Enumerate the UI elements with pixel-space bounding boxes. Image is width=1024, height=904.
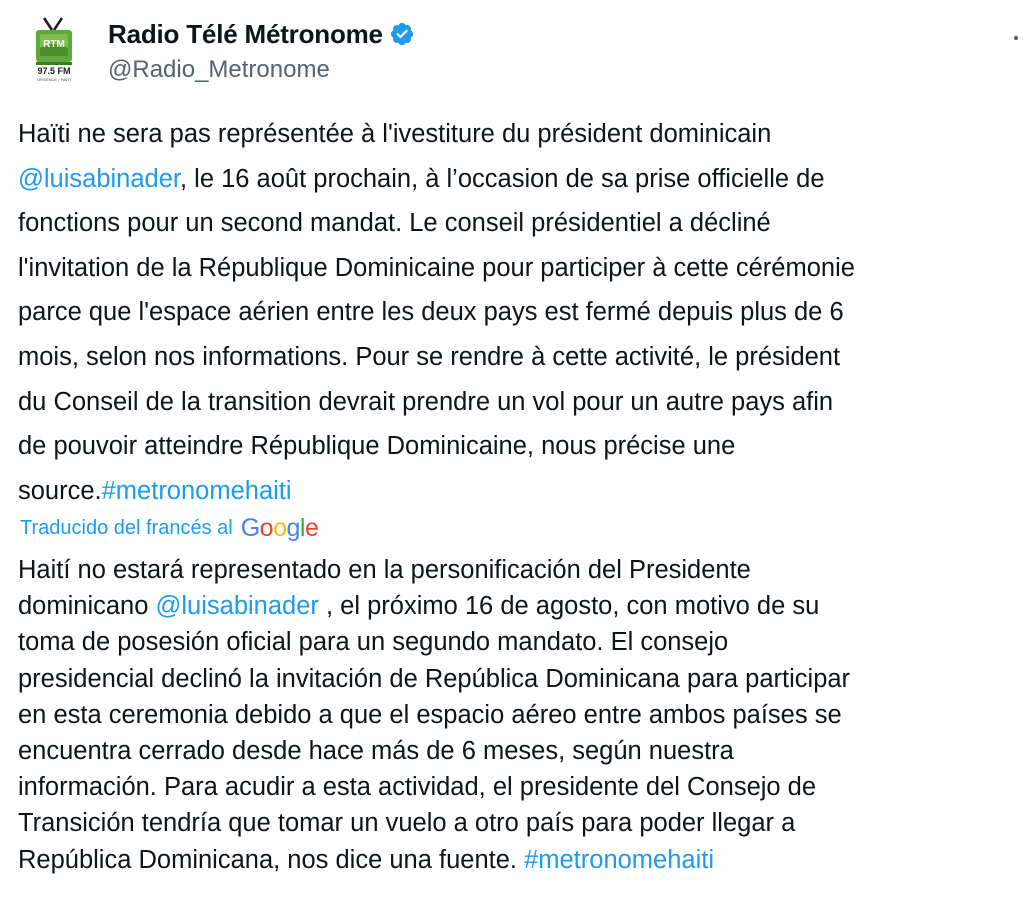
text-segment: fonctions pour un second mandat. Le cons… — [18, 209, 771, 238]
google-logo: Google — [240, 514, 319, 542]
text-line: parce que l'espace aérien entre les deux… — [18, 290, 1024, 335]
text-segment: mois, selon nos informations. Pour se re… — [18, 342, 841, 371]
text-segment: información. Para acudir a esta activida… — [18, 773, 817, 802]
display-name[interactable]: Radio Télé Métronome — [108, 19, 383, 50]
verified-badge-icon — [390, 22, 413, 46]
text-line: República Dominicana, nos dice una fuent… — [18, 842, 1024, 878]
text-line: mois, selon nos informations. Pour se re… — [18, 335, 1024, 380]
tweet-card: RTM 97.5 FM URGENCE • HAITI Radio Télé M… — [0, 0, 1024, 904]
text-line: en esta ceremonia debido a que el espaci… — [18, 697, 1024, 733]
user-handle[interactable]: @Radio_Metronome — [108, 56, 415, 84]
text-segment: , le 16 août prochain, à l’occasion de s… — [180, 164, 825, 193]
svg-text:RTM: RTM — [43, 39, 65, 50]
text-line: l'invitation de la République Dominicain… — [18, 246, 1024, 291]
text-line: Haïti ne sera pas représentée à l'ivesti… — [18, 112, 1024, 157]
translated-text: Haití no estará representado en la perso… — [18, 552, 1024, 878]
text-segment: presidencial declinó la invitación de Re… — [18, 664, 851, 693]
text-line: fonctions pour un second mandat. Le cons… — [18, 201, 1024, 246]
text-line: du Conseil de la transition devrait pren… — [18, 380, 1024, 425]
mention-link[interactable]: @luisabinader — [18, 165, 180, 193]
text-segment: dominicano — [18, 592, 156, 621]
text-segment: Haití no estará representado en la perso… — [18, 556, 751, 584]
text-line: encuentra cerrado desde hace más de 6 me… — [18, 733, 1024, 769]
text-segment: source. — [18, 476, 102, 505]
text-line: Transición tendría que tomar un vuelo a … — [18, 805, 1024, 841]
mention-link[interactable]: @luisabinader — [156, 592, 319, 620]
text-line: source.#metronomehaiti — [18, 469, 1024, 514]
text-segment: encuentra cerrado desde hace más de 6 me… — [18, 736, 734, 765]
more-options-icon[interactable] — [1012, 34, 1020, 42]
text-line: dominicano @luisabinader , el próximo 16… — [18, 588, 1024, 624]
hashtag-link[interactable]: #metronomehaiti — [524, 846, 714, 874]
name-row: Radio Télé Métronome — [108, 16, 415, 52]
translated-from-label[interactable]: Traducido del francés al — [20, 517, 233, 540]
tweet-header: RTM 97.5 FM URGENCE • HAITI Radio Télé M… — [22, 14, 1022, 94]
text-line: Haití no estará representado en la perso… — [18, 552, 1024, 588]
text-segment: República Dominicana, nos dice una fuent… — [18, 845, 525, 874]
text-segment: du Conseil de la transition devrait pren… — [18, 387, 834, 416]
hashtag-link[interactable]: #metronomehaiti — [102, 477, 292, 505]
svg-text:97.5 FM: 97.5 FM — [37, 66, 70, 76]
text-line: de pouvoir atteindre République Dominica… — [18, 424, 1024, 469]
text-line: información. Para acudir a esta activida… — [18, 769, 1024, 805]
translation-attribution: Traducido del francés al Google — [20, 512, 319, 544]
avatar[interactable]: RTM 97.5 FM URGENCE • HAITI — [22, 14, 90, 82]
text-segment: en esta ceremonia debido a que el espaci… — [18, 700, 842, 729]
text-line: @luisabinader, le 16 août prochain, à l’… — [18, 157, 1024, 202]
text-segment: Haïti ne sera pas représentée à l'ivesti… — [18, 120, 772, 148]
rtm-logo-icon: RTM 97.5 FM URGENCE • HAITI — [36, 17, 72, 82]
text-segment: de pouvoir atteindre République Dominica… — [18, 432, 736, 461]
text-segment: l'invitation de la République Dominicain… — [18, 253, 855, 282]
text-line: presidencial declinó la invitación de Re… — [18, 661, 1024, 697]
svg-text:URGENCE • HAITI: URGENCE • HAITI — [37, 77, 71, 82]
text-segment: Transición tendría que tomar un vuelo a … — [18, 809, 796, 838]
tweet-text: Haïti ne sera pas représentée à l'ivesti… — [18, 112, 1024, 513]
text-line: toma de posesión oficial para un segundo… — [18, 624, 1024, 660]
author-block: Radio Télé Métronome @Radio_Metronome — [108, 16, 415, 84]
text-segment: , el próximo 16 de agosto, con motivo de… — [318, 592, 820, 621]
text-segment: parce que l'espace aérien entre les deux… — [18, 298, 844, 327]
text-segment: toma de posesión oficial para un segundo… — [18, 628, 729, 657]
